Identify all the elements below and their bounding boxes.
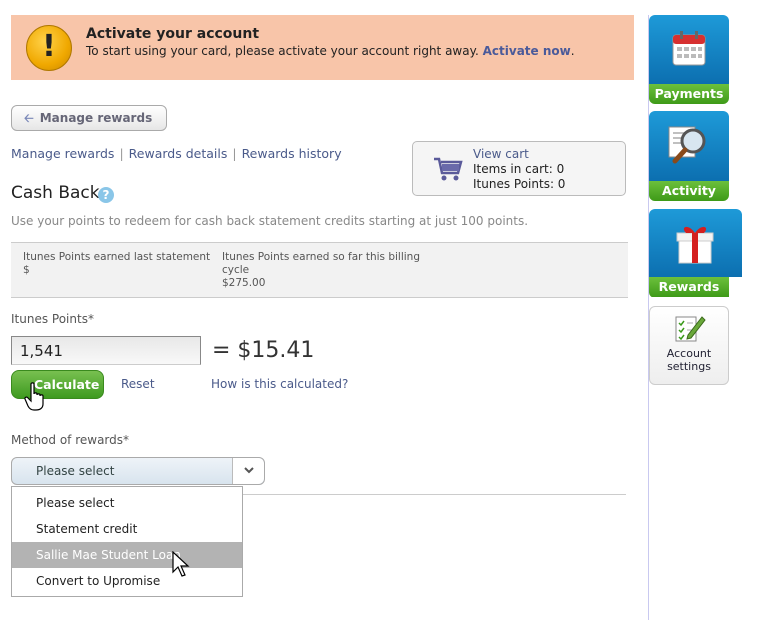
how-calculated-link[interactable]: How is this calculated? [211, 377, 348, 391]
points-billing-cycle-label-2: cycle [222, 264, 250, 276]
left-arrow-icon: 🡠 [24, 111, 34, 125]
alert-message: To start using your card, please activat… [86, 44, 479, 58]
page-title: Cash Back [11, 183, 100, 203]
alert-link-suffix: . [570, 44, 575, 58]
rewards-subnav: Manage rewards | Rewards details | Rewards h… [11, 146, 342, 161]
subnav-manage-rewards[interactable]: Manage rewards [11, 146, 114, 161]
sidebar-tile-activity[interactable]: Activity [649, 111, 729, 201]
sidebar-tile-rewards[interactable]: Rewards [649, 209, 742, 298]
sidebar-tile-label: Payments [649, 84, 729, 104]
method-label: Method of rewards* [11, 433, 130, 447]
sidebar-tile-label: Activity [649, 181, 729, 201]
shopping-cart-icon[interactable] [433, 156, 463, 182]
gift-icon [676, 226, 714, 264]
cash-value-result: = $15.41 [212, 338, 315, 363]
activation-alert: ! Activate your account To start using y… [11, 15, 634, 80]
calendar-icon [672, 31, 706, 66]
view-cart-link[interactable]: View cart [473, 147, 529, 161]
tile-bg [649, 111, 729, 181]
sidebar-tile-account-settings[interactable]: Account settings [649, 306, 729, 385]
cart-items-count: Items in cart: 0 [473, 162, 565, 176]
reset-link[interactable]: Reset [121, 377, 155, 391]
cart-points-count: Itunes Points: 0 [473, 177, 566, 191]
section-divider [243, 494, 626, 495]
points-last-statement-value: $ [23, 264, 30, 276]
dropdown-option-upromise[interactable]: Convert to Upromise [12, 568, 242, 594]
points-input[interactable]: 1,541 [11, 336, 201, 365]
method-select-value: Please select [36, 464, 115, 478]
dropdown-option-sallie-mae[interactable]: Sallie Mae Student Loan [12, 542, 242, 568]
alert-text: To start using your card, please activat… [86, 44, 575, 58]
subnav-rewards-details[interactable]: Rewards details [129, 146, 228, 161]
cart-text: View cart Items in cart: 0 Itunes Points… [473, 147, 565, 192]
dropdown-option-please-select[interactable]: Please select [12, 490, 242, 516]
alert-title: Activate your account [86, 26, 260, 42]
points-billing-cycle-value: $275.00 [222, 277, 266, 289]
chevron-down-icon[interactable] [232, 458, 264, 484]
subnav-rewards-history[interactable]: Rewards history [242, 146, 342, 161]
activate-now-link[interactable]: Activate now [483, 44, 571, 58]
method-select[interactable]: Please select [11, 457, 265, 485]
manage-rewards-button[interactable]: 🡠 Manage rewards [11, 105, 167, 131]
points-field-label: Itunes Points* [11, 312, 94, 326]
page-description: Use your points to redeem for cash back … [11, 214, 529, 228]
tile-bg [649, 15, 729, 84]
tile-bg [649, 209, 742, 277]
warning-icon: ! [26, 25, 72, 71]
account-settings-label-line1: Account [666, 347, 712, 360]
magnifier-icon [668, 126, 706, 164]
points-billing-cycle-label-1: Itunes Points earned so far this billing [222, 251, 420, 263]
account-settings-label-line2: settings [667, 360, 711, 373]
subnav-separator: | [232, 146, 237, 161]
account-settings-label: Account settings [650, 347, 728, 373]
points-summary-table: Itunes Points earned last statement $ It… [11, 242, 628, 298]
sidebar-tile-payments[interactable]: Payments [649, 15, 729, 104]
help-icon[interactable]: ? [98, 187, 114, 203]
method-dropdown: Please select Statement credit Sallie Ma… [11, 486, 243, 597]
warning-glyph: ! [42, 29, 56, 64]
hand-cursor-icon [24, 382, 44, 411]
manage-rewards-button-label: Manage rewards [39, 111, 153, 125]
dropdown-option-statement-credit[interactable]: Statement credit [12, 516, 242, 542]
points-last-statement-label: Itunes Points earned last statement [23, 251, 211, 263]
sidebar-tile-label: Rewards [649, 277, 729, 297]
subnav-separator: | [119, 146, 124, 161]
checklist-pencil-icon [675, 316, 706, 342]
points-billing-cycle: Itunes Points earned so far this billing… [222, 251, 422, 290]
cart-summary: View cart Items in cart: 0 Itunes Points… [412, 141, 626, 196]
arrow-cursor-icon [172, 551, 190, 577]
points-last-statement: Itunes Points earned last statement $ [23, 251, 213, 277]
